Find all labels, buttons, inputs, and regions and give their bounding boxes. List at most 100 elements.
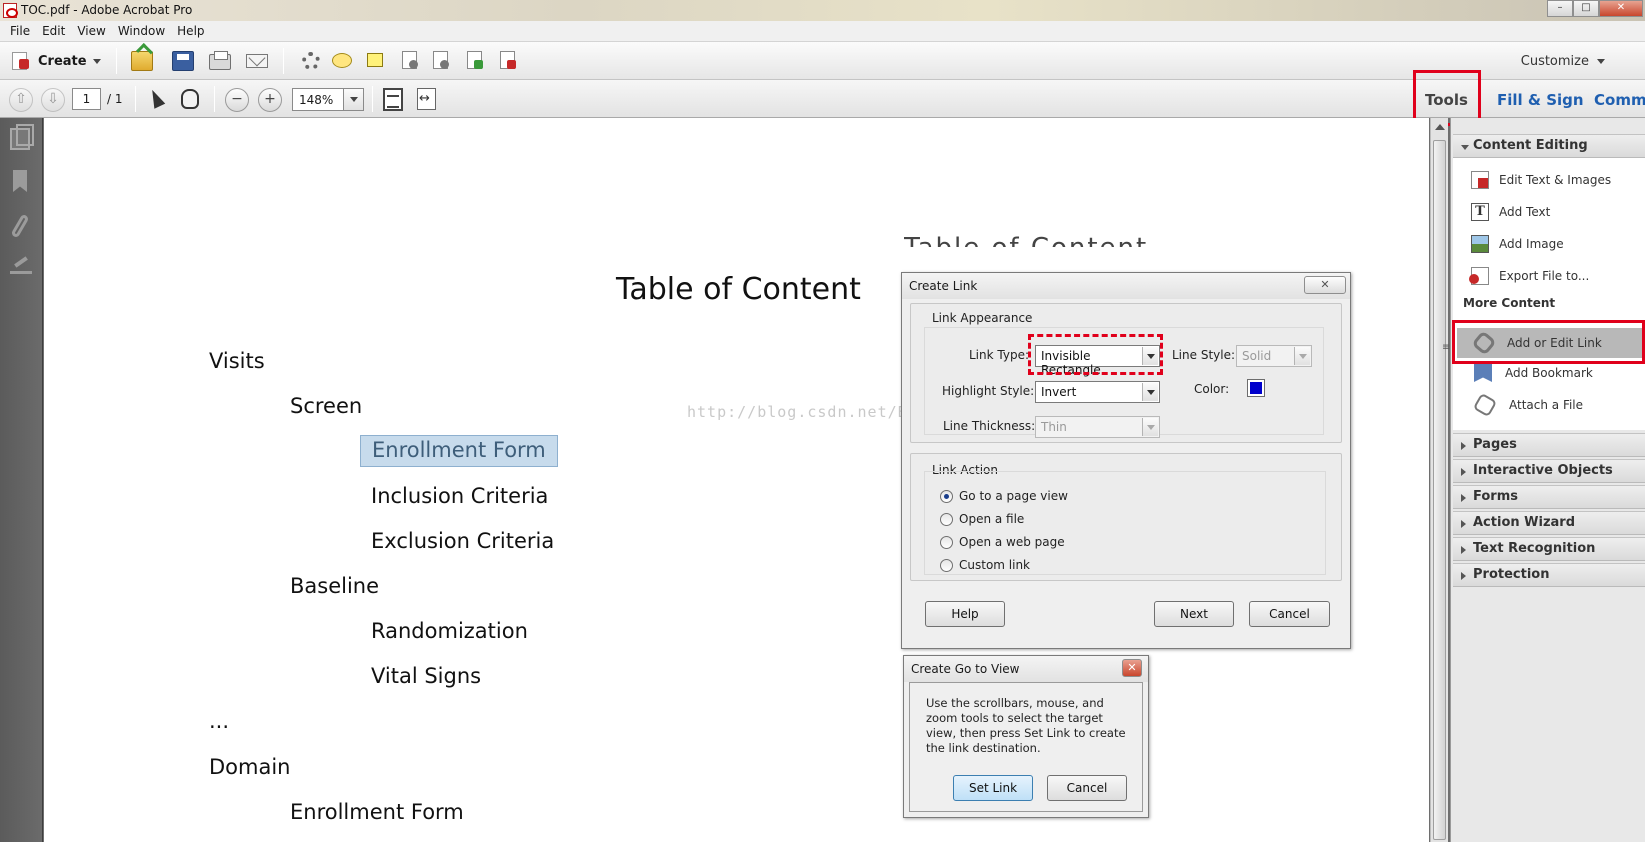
add-text-tool[interactable]: T Add Text — [1471, 201, 1550, 223]
tab-comment[interactable]: Comm — [1594, 86, 1645, 114]
toc-entry: Enrollment Form — [290, 800, 464, 824]
settings-icon[interactable] — [302, 52, 320, 70]
signature-icon[interactable] — [10, 258, 32, 274]
menu-file[interactable]: File — [4, 21, 36, 41]
section-protection[interactable]: Protection — [1453, 563, 1645, 587]
email-icon[interactable] — [246, 54, 268, 68]
cancel-button[interactable]: Cancel — [1249, 601, 1330, 627]
pane-splitter-grip[interactable]: ≡ — [1442, 342, 1450, 353]
fit-page-icon[interactable] — [383, 88, 403, 111]
chevron-down-icon — [350, 97, 358, 102]
toolbar-divider — [135, 86, 136, 112]
hand-tool-icon[interactable] — [181, 89, 199, 109]
section-action-wizard[interactable]: Action Wizard — [1453, 511, 1645, 535]
annotation-highlight-box — [1452, 320, 1645, 364]
save-icon[interactable] — [172, 51, 194, 71]
menu-view[interactable]: View — [71, 21, 111, 41]
zoom-level-select[interactable]: 148% — [292, 88, 364, 111]
toc-entry: ... — [209, 709, 230, 733]
open-folder-icon[interactable] — [131, 51, 153, 71]
section-forms[interactable]: Forms — [1453, 485, 1645, 509]
next-button[interactable]: Next — [1154, 601, 1234, 627]
toolbar-divider — [116, 48, 117, 74]
bookmark-icon — [1474, 364, 1492, 382]
page-thumbnails-icon[interactable] — [10, 124, 34, 150]
highlight-icon[interactable] — [367, 53, 383, 67]
tab-fill-sign[interactable]: Fill & Sign — [1497, 86, 1584, 114]
action-open-web-page[interactable]: Open a web page — [940, 535, 1065, 549]
print-icon[interactable] — [209, 51, 231, 70]
minimize-icon[interactable]: – — [1547, 0, 1573, 17]
arrow-up-icon: ⇧ — [15, 91, 27, 107]
comment-icon[interactable] — [332, 53, 352, 68]
share-icon[interactable] — [467, 51, 483, 69]
chevron-down-icon — [92, 58, 101, 64]
main-toolbar: Create Customize — [0, 42, 1645, 80]
section-interactive-objects[interactable]: Interactive Objects — [1453, 459, 1645, 483]
select-cursor-icon[interactable] — [146, 87, 166, 109]
tool-label: Attach a File — [1509, 398, 1584, 412]
chevron-down-icon — [1142, 383, 1158, 401]
zoom-in-button[interactable]: + — [258, 88, 282, 112]
sign-icon[interactable] — [500, 51, 516, 69]
create-button[interactable]: Create — [10, 50, 101, 72]
close-icon[interactable]: ✕ — [1599, 0, 1643, 17]
link-appearance-legend: Link Appearance — [930, 311, 1035, 325]
next-page-button[interactable]: ⇩ — [41, 88, 65, 112]
help-button[interactable]: Help — [925, 601, 1005, 627]
close-icon[interactable]: ✕ — [1122, 659, 1142, 677]
action-custom-link[interactable]: Custom link — [940, 558, 1030, 572]
close-icon[interactable]: ✕ — [1304, 276, 1346, 294]
scrollbar-thumb[interactable] — [1433, 140, 1446, 840]
radio-label: Open a file — [959, 512, 1025, 526]
set-link-button[interactable]: Set Link — [953, 775, 1033, 801]
dialog-body: Use the scrollbars, mouse, and zoom tool… — [909, 682, 1143, 812]
edit-text-images-tool[interactable]: Edit Text & Images — [1471, 169, 1611, 191]
add-bookmark-tool[interactable]: Add Bookmark — [1471, 362, 1593, 384]
maximize-icon[interactable]: □ — [1573, 0, 1599, 17]
radio-label: Open a web page — [959, 535, 1065, 549]
cancel-button[interactable]: Cancel — [1047, 775, 1127, 801]
scroll-up-icon[interactable] — [1435, 124, 1445, 130]
menu-help[interactable]: Help — [171, 21, 210, 41]
section-text-recognition[interactable]: Text Recognition — [1453, 537, 1645, 561]
page-number-input[interactable]: 1 — [72, 88, 101, 110]
radio-button[interactable] — [940, 558, 953, 572]
menu-bar: File Edit View Window Help — [0, 21, 1645, 42]
combine-icon[interactable] — [402, 51, 418, 69]
vertical-scrollbar[interactable] — [1430, 118, 1448, 842]
tool-label: Add Text — [1499, 205, 1551, 219]
line-thickness-value: Thin — [1041, 420, 1067, 434]
radio-button[interactable] — [940, 489, 953, 503]
plus-icon: + — [264, 91, 276, 107]
window-controls: – □ ✕ — [1547, 0, 1643, 17]
action-goto-page-view[interactable]: Go to a page view — [940, 489, 1068, 503]
menu-window[interactable]: Window — [112, 21, 171, 41]
bookmark-icon[interactable] — [13, 170, 27, 192]
line-style-select[interactable]: Solid — [1236, 345, 1312, 367]
section-content-editing[interactable]: Content Editing — [1453, 134, 1645, 158]
zoom-out-button[interactable]: − — [225, 88, 249, 112]
toc-entry: Screen — [290, 394, 363, 418]
add-image-tool[interactable]: Add Image — [1471, 233, 1564, 255]
menu-edit[interactable]: Edit — [36, 21, 71, 41]
fit-width-icon[interactable] — [417, 88, 436, 110]
paperclip-icon[interactable] — [10, 213, 30, 239]
previous-page-button[interactable]: ⇧ — [9, 88, 33, 112]
link-rectangle[interactable]: Enrollment Form — [360, 435, 558, 467]
navigation-pane — [0, 118, 43, 842]
highlight-style-select[interactable]: Invert — [1035, 381, 1160, 403]
color-picker[interactable] — [1247, 379, 1265, 397]
review-icon[interactable] — [433, 51, 449, 69]
radio-button[interactable] — [940, 535, 953, 549]
zoom-dropdown-button[interactable] — [343, 89, 363, 110]
attach-file-tool[interactable]: Attach a File — [1471, 392, 1584, 418]
section-pages[interactable]: Pages — [1453, 433, 1645, 457]
export-file-tool[interactable]: Export File to... — [1469, 265, 1589, 287]
customize-button[interactable]: Customize — [1521, 54, 1605, 69]
line-thickness-select[interactable]: Thin — [1035, 416, 1160, 438]
radio-button[interactable] — [940, 512, 953, 526]
toc-entry: Domain — [209, 755, 291, 779]
ghost-heading: Table of Content — [904, 233, 1148, 247]
action-open-file[interactable]: Open a file — [940, 512, 1024, 526]
